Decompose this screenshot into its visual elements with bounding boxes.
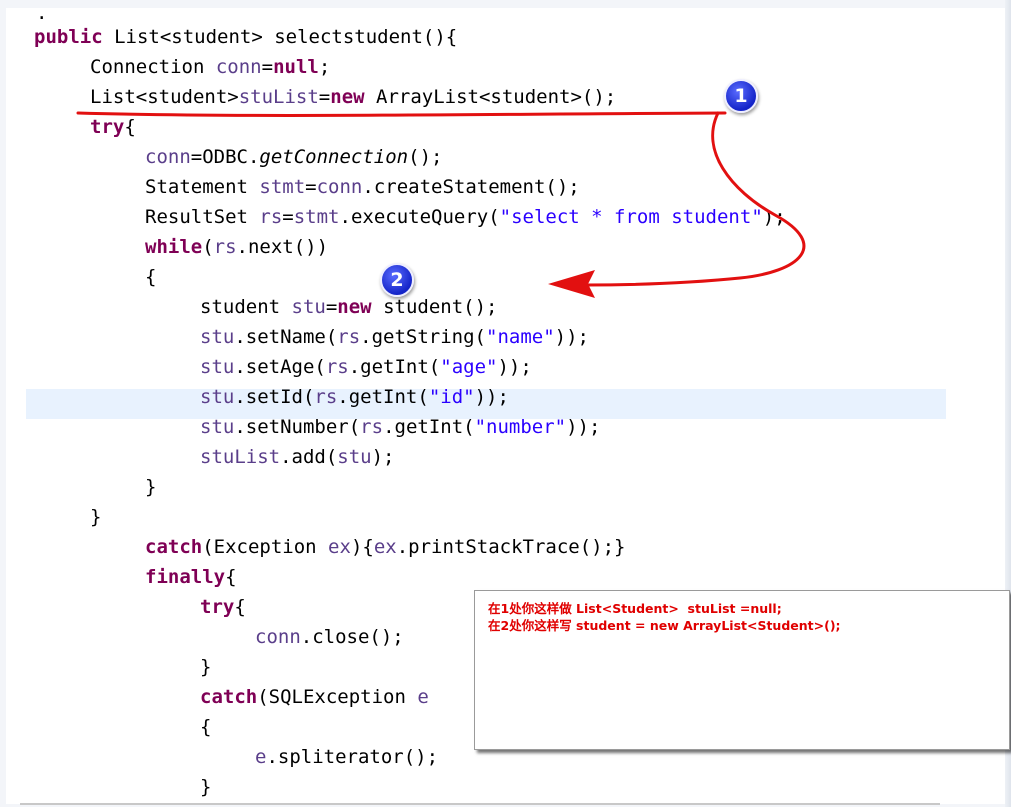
annotation-note-box: 在1处你这样做 List<Student> stuList =null; 在2处… (474, 590, 1010, 750)
marker-2-badge: 2 (380, 263, 414, 297)
note-line-1: 在1处你这样做 List<Student> stuList =null; (488, 601, 782, 616)
screenshot-frame: . public List<student> selectstudent(){ … (0, 0, 1011, 807)
underline-stroke (76, 111, 727, 117)
note-line-2: 在2处你这样写 student = new ArrayList<Student>… (488, 618, 841, 633)
curved-arrow-stroke (583, 111, 806, 287)
arrow-head (548, 270, 595, 298)
marker-1-badge: 1 (724, 79, 758, 113)
